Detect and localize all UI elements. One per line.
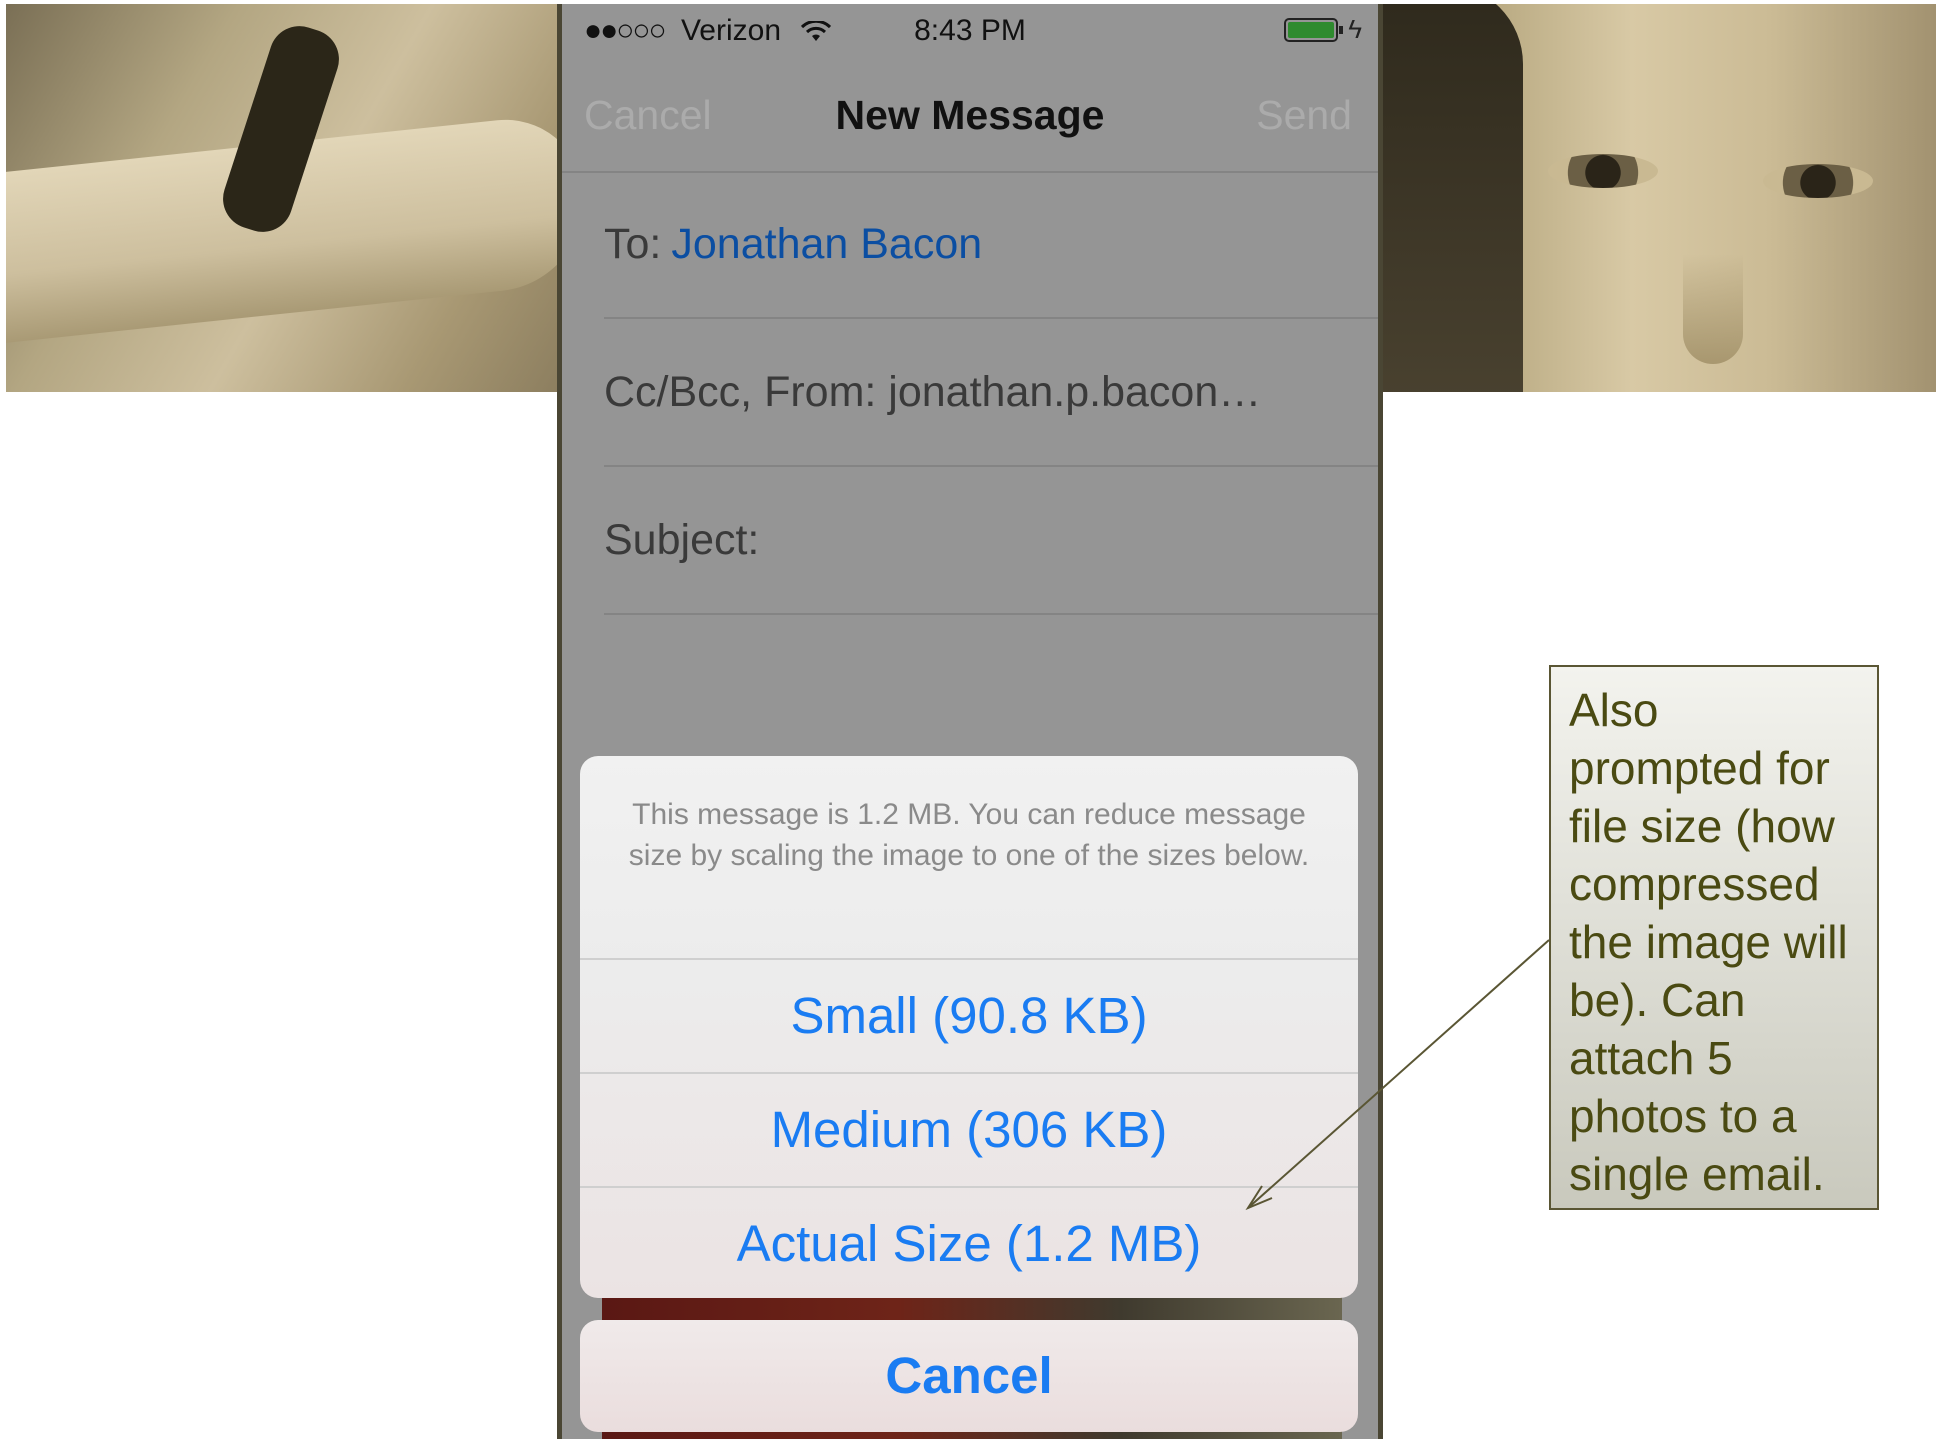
size-small-button[interactable]: Small (90.8 KB) [580,960,1358,1074]
navigation-bar: Cancel New Message Send [562,56,1378,173]
image-size-action-sheet: This message is 1.2 MB. You can reduce m… [580,756,1358,1298]
background-photo-left [6,4,560,392]
cc-from-label: Cc/Bcc, From: jonathan.p.bacon… [604,368,1262,416]
background-photo-right [1383,4,1936,392]
cc-bcc-from-field[interactable]: Cc/Bcc, From: jonathan.p.bacon… [604,319,1378,467]
action-sheet-message: This message is 1.2 MB. You can reduce m… [580,756,1358,960]
status-bar: ●●○○○ Verizon 8:43 PM ϟ [562,4,1378,56]
clock: 8:43 PM [914,14,1026,47]
nose-shape [1683,254,1743,364]
charging-bolt-icon: ϟ [1348,14,1362,44]
subject-field[interactable]: Subject: [604,467,1378,615]
to-field[interactable]: To: Jonathan Bacon [604,171,1378,319]
callout-text: Also prompted for file size (how compres… [1569,684,1848,1200]
annotation-callout: Also prompted for file size (how compres… [1549,665,1879,1210]
battery-icon [1284,18,1343,42]
subject-label: Subject: [604,516,760,564]
send-button[interactable]: Send [1256,92,1352,139]
size-medium-button[interactable]: Medium (306 KB) [580,1074,1358,1188]
action-sheet-cancel-button[interactable]: Cancel [580,1320,1358,1432]
eye-shape [1548,154,1658,188]
eye-shape [1763,164,1873,198]
phone-screen: ●●○○○ Verizon 8:43 PM ϟ Cancel New Messa… [557,4,1383,1439]
size-actual-button[interactable]: Actual Size (1.2 MB) [580,1188,1358,1298]
hair-shape [1383,4,1523,392]
recipient-token[interactable]: Jonathan Bacon [671,220,982,268]
to-label: To: [604,220,662,268]
